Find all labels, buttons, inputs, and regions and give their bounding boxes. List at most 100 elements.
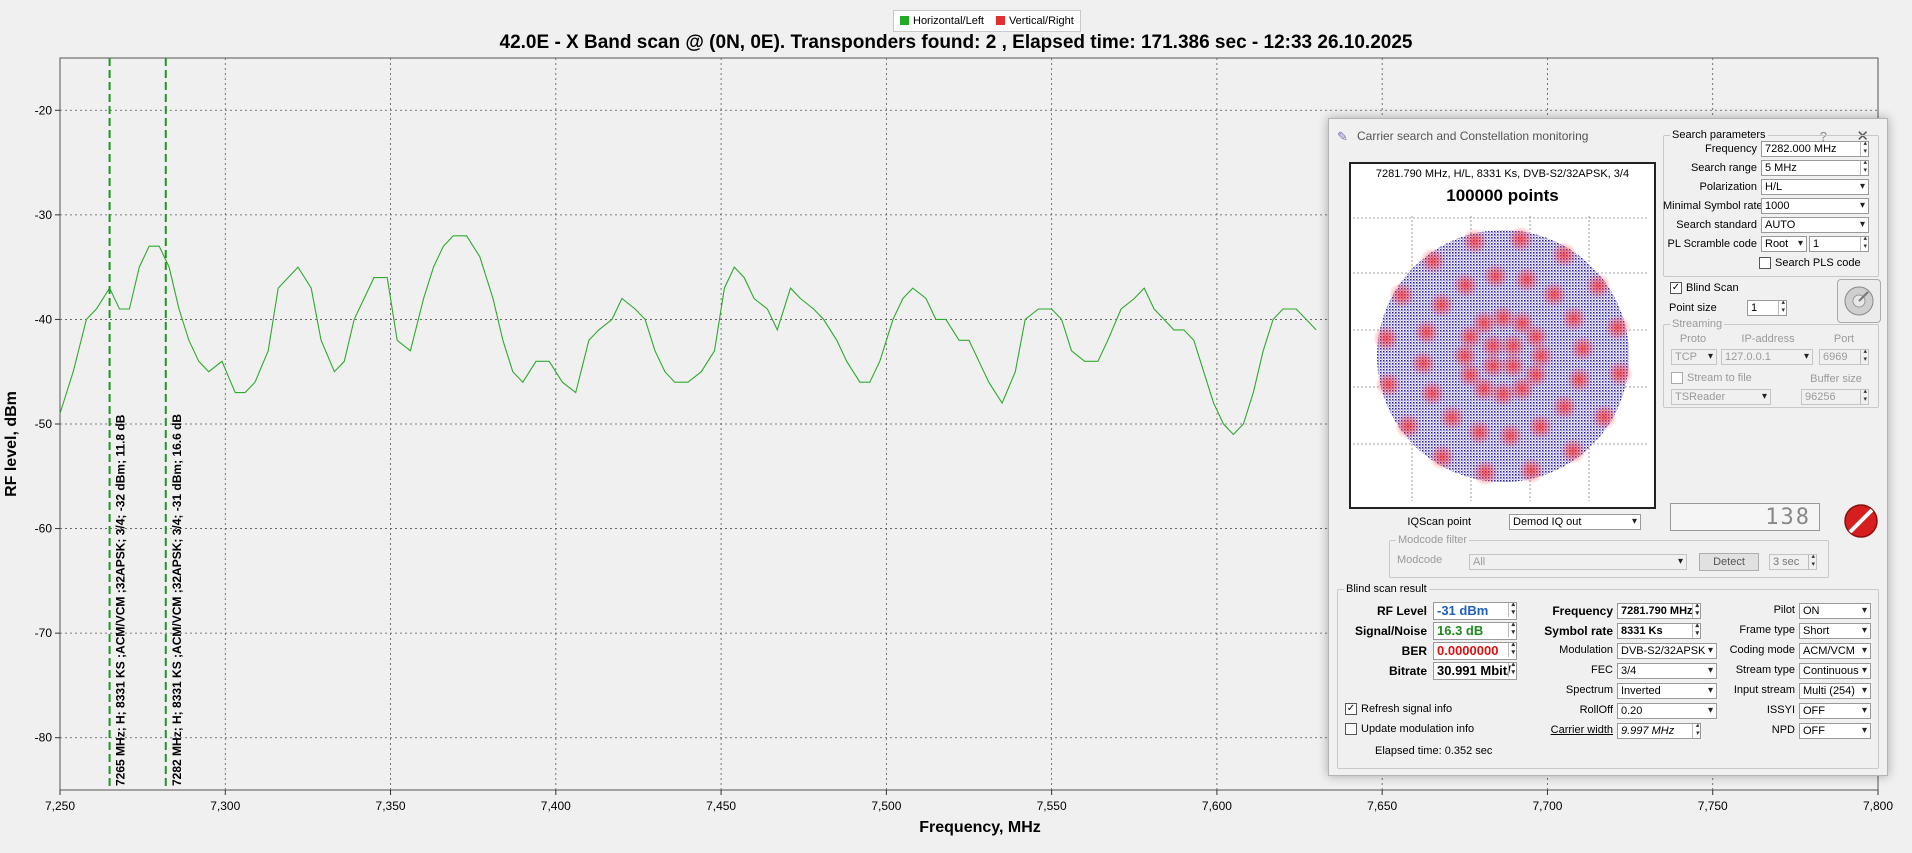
constellation-cluster <box>1606 360 1633 387</box>
buffer-size-label: Buffer size <box>1810 373 1862 385</box>
constellation-cluster <box>1413 319 1440 346</box>
constellation-cluster <box>1373 325 1400 352</box>
constellation-cluster <box>1604 314 1631 341</box>
blind-scan-checkbox[interactable]: ✓ <box>1670 282 1682 294</box>
coding-mode-select[interactable]: ACM/VCM <box>1799 643 1871 659</box>
spectrum-select[interactable]: Inverted <box>1617 683 1717 699</box>
issyi-label: ISSYI <box>1766 704 1795 716</box>
search-standard-select[interactable]: AUTO <box>1761 217 1869 233</box>
search-pls-checkbox[interactable] <box>1759 257 1771 269</box>
issyi-select[interactable]: OFF <box>1799 703 1871 719</box>
polarization-select[interactable]: H/L <box>1761 179 1869 195</box>
constellation-cluster <box>1518 457 1545 484</box>
chart-legend: Horizontal/Left Vertical/Right <box>893 10 1081 32</box>
pl-scramble-code[interactable]: 1 <box>1809 236 1869 252</box>
proto-label: Proto <box>1679 333 1707 345</box>
constellation-cluster <box>1507 226 1534 253</box>
stream-type-label: Stream type <box>1735 664 1795 676</box>
npd-select[interactable]: OFF <box>1799 723 1871 739</box>
reader-select[interactable]: TSReader <box>1671 389 1771 405</box>
iq-scan-select[interactable]: Demod IQ out <box>1509 514 1641 530</box>
constellation-cluster <box>1560 305 1587 332</box>
y-tick-label: -30 <box>35 208 53 222</box>
result-frequency-label: Frequency <box>1552 604 1613 618</box>
legend-item-horizontal[interactable]: Horizontal/Left <box>900 15 984 27</box>
constellation-cluster <box>1429 444 1456 470</box>
stream-type-select[interactable]: Continuous <box>1799 663 1871 679</box>
constellation-cluster <box>1395 413 1421 439</box>
point-size-input[interactable]: 1 <box>1747 300 1787 316</box>
refresh-signal-label: Refresh signal info <box>1361 703 1453 715</box>
port-label: Port <box>1833 333 1855 345</box>
y-tick-label: -60 <box>35 522 53 536</box>
constellation-cluster <box>1419 380 1446 407</box>
port-input[interactable]: 6969 <box>1819 349 1869 365</box>
fec-select[interactable]: 3/4 <box>1617 663 1717 679</box>
bitrate-value: 30.991 Mbit/ <box>1433 662 1517 680</box>
update-modulation-checkbox[interactable] <box>1345 723 1357 735</box>
carrier-search-dialog[interactable]: ✎ Carrier search and Constellation monit… <box>1328 118 1888 776</box>
x-tick-label: 7,750 <box>1698 799 1728 813</box>
modulation-label: Modulation <box>1559 644 1613 656</box>
satellite-icon: ✎ <box>1337 129 1348 144</box>
min-symbol-rate-select[interactable]: 1000 <box>1761 198 1869 214</box>
proto-select[interactable]: TCP <box>1671 349 1717 365</box>
input-stream-label: Input stream <box>1733 684 1795 696</box>
constellation-cluster <box>1452 272 1479 299</box>
constellation-cluster <box>1550 242 1577 268</box>
constellation-cluster <box>1560 438 1586 464</box>
x-tick-label: 7,600 <box>1202 799 1232 813</box>
x-axis-label: Frequency, MHz <box>919 819 1041 836</box>
constellation-cluster <box>1569 335 1596 362</box>
constellation-cluster <box>1500 353 1526 379</box>
constellation-cluster <box>1482 263 1509 290</box>
constellation-cluster <box>1466 419 1493 446</box>
constellation-view: 7281.790 MHz, H/L, 8331 Ks, DVB-S2/32APS… <box>1349 162 1656 509</box>
y-tick-label: -50 <box>35 417 53 431</box>
search-range-input[interactable]: 5 MHz <box>1761 160 1869 176</box>
constellation-cluster <box>1375 371 1402 398</box>
refresh-signal-checkbox[interactable]: ✓ <box>1345 703 1357 715</box>
ber-label: BER <box>1401 644 1427 658</box>
polarization-label: Polarization <box>1699 181 1757 193</box>
satellite-dish-button[interactable] <box>1837 279 1881 323</box>
x-tick-label: 7,400 <box>541 799 571 813</box>
transponder-marker-label: 7265 MHz; H; 8331 KS ;ACM/VCM ;32APSK; 3… <box>114 414 128 786</box>
modulation-select[interactable]: DVB-S2/32APSK <box>1617 643 1717 659</box>
input-stream-select[interactable]: Multi (254) <box>1799 683 1871 699</box>
iq-scan-label: IQScan point <box>1407 516 1471 528</box>
rolloff-select[interactable]: 0.20 <box>1617 703 1717 719</box>
constellation-cluster <box>1472 459 1499 486</box>
y-axis-label: RF level, dBm <box>3 391 20 497</box>
search-range-label: Search range <box>1690 162 1757 174</box>
npd-label: NPD <box>1771 724 1795 736</box>
update-modulation-label: Update modulation info <box>1361 723 1475 735</box>
constellation-cluster <box>1513 266 1540 293</box>
x-tick-label: 7,650 <box>1367 799 1397 813</box>
modcode-select[interactable]: All <box>1469 554 1687 570</box>
point-size-label: Point size <box>1669 302 1717 314</box>
detect-button[interactable]: Detect <box>1699 553 1759 571</box>
legend-item-vertical[interactable]: Vertical/Right <box>995 15 1074 27</box>
carrier-width-link[interactable]: Carrier width <box>1525 724 1613 736</box>
frequency-input[interactable]: 7282.000 MHz <box>1761 141 1869 157</box>
frame-type-select[interactable]: Short <box>1799 623 1871 639</box>
dialog-title: Carrier search and Constellation monitor… <box>1357 129 1589 143</box>
stream-to-file-checkbox[interactable] <box>1671 372 1683 384</box>
y-tick-label: -40 <box>35 312 53 326</box>
ip-select[interactable]: 127.0.0.1 <box>1721 349 1813 365</box>
transponder-marker-label: 7282 MHz; H; 8331 KS ;ACM/VCM ;32APSK; 3… <box>170 414 184 786</box>
result-symbol-rate-value: 8331 Ks <box>1617 623 1701 639</box>
pilot-select[interactable]: ON <box>1799 603 1871 619</box>
stop-button[interactable] <box>1841 502 1881 540</box>
elapsed-time: Elapsed time: 0.352 sec <box>1375 745 1493 757</box>
modcode-label: Modcode <box>1397 554 1443 566</box>
signal-noise-label: Signal/Noise <box>1354 624 1427 638</box>
x-tick-label: 7,300 <box>210 799 240 813</box>
satellite-dish-icon <box>1844 286 1874 316</box>
detect-seconds-input[interactable]: 3 sec <box>1769 554 1817 570</box>
constellation-cluster <box>1522 324 1549 350</box>
pl-scramble-mode[interactable]: Root <box>1761 236 1807 252</box>
x-tick-label: 7,500 <box>871 799 901 813</box>
buffer-size-input[interactable]: 96256 <box>1801 389 1869 405</box>
